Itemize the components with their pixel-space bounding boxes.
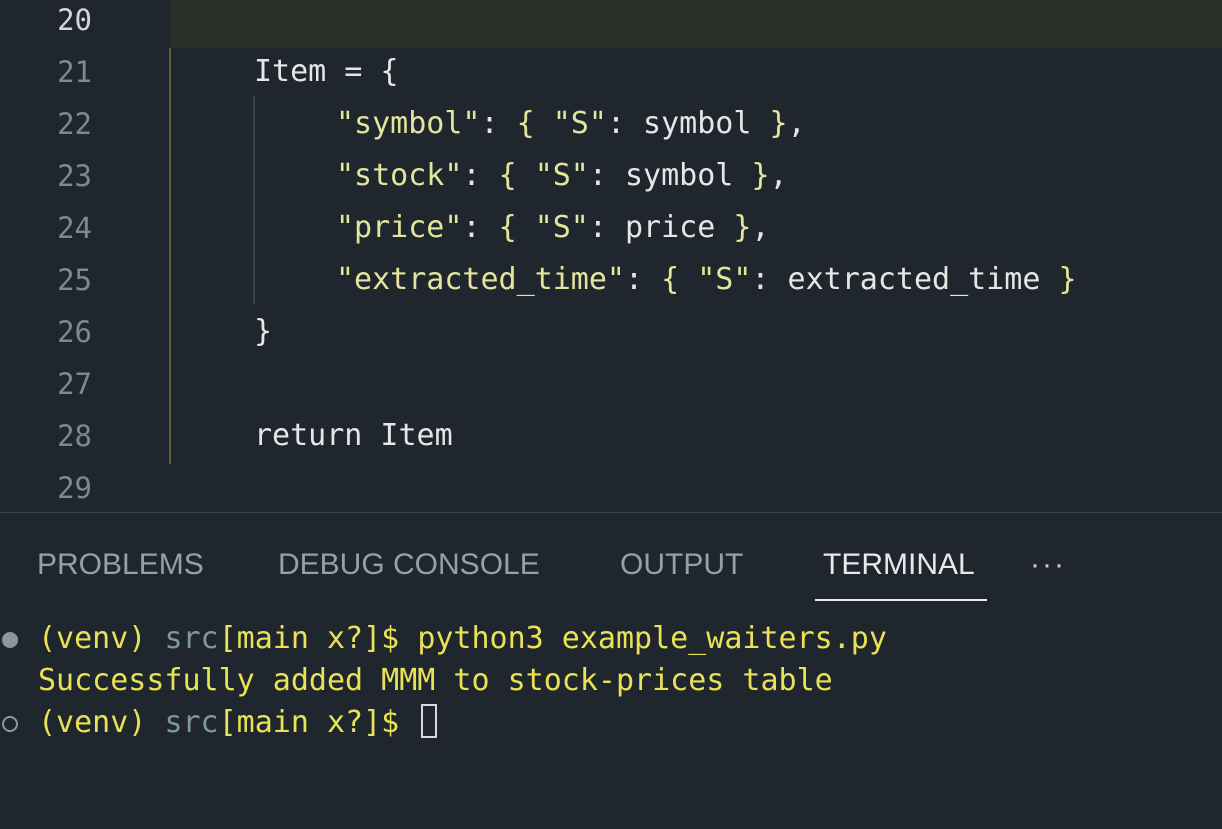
command-success-decoration-icon[interactable] bbox=[2, 632, 18, 648]
bottom-panel: PROBLEMS DEBUG CONSOLE OUTPUT TERMINAL ·… bbox=[0, 512, 1222, 829]
line-number: 22 bbox=[57, 107, 92, 141]
tab-debug-console[interactable]: DEBUG CONSOLE bbox=[278, 547, 540, 583]
code-editor[interactable]: 20 21 Item = { 22 "symbol": { "S": symbo… bbox=[0, 0, 1222, 512]
code-line-23[interactable]: 23 "stock": { "S": symbol }, bbox=[0, 156, 1222, 208]
line-number: 21 bbox=[57, 55, 92, 89]
tab-terminal[interactable]: TERMINAL bbox=[823, 547, 975, 583]
line-number: 24 bbox=[57, 211, 92, 245]
line-number: 25 bbox=[57, 263, 92, 297]
code-line-26[interactable]: 26 } bbox=[0, 312, 1222, 364]
line-number: 27 bbox=[57, 367, 92, 401]
code-text: } bbox=[254, 314, 273, 349]
code-text: Item = { bbox=[254, 54, 399, 89]
terminal-line: (venv) src[main x?]$ python3 example_wai… bbox=[38, 621, 887, 656]
code-line-22[interactable]: 22 "symbol": { "S": symbol }, bbox=[0, 104, 1222, 156]
code-text: "extracted_time": { "S": extracted_time … bbox=[336, 262, 1077, 297]
command-pending-decoration-icon[interactable] bbox=[2, 716, 18, 732]
line-number: 26 bbox=[57, 315, 92, 349]
code-text: "symbol": { "S": symbol }, bbox=[336, 106, 806, 141]
line-number: 23 bbox=[57, 159, 92, 193]
terminal-prompt-line: (venv) src[main x?]$ bbox=[38, 701, 438, 745]
code-line-21[interactable]: 21 Item = { bbox=[0, 52, 1222, 104]
code-text: "stock": { "S": symbol }, bbox=[336, 158, 788, 193]
code-text: "price": { "S": price }, bbox=[336, 210, 770, 245]
code-line-28[interactable]: 28 return Item bbox=[0, 416, 1222, 468]
tab-problems[interactable]: PROBLEMS bbox=[37, 547, 204, 583]
code-line-29[interactable]: 29 bbox=[0, 468, 1222, 512]
active-tab-indicator bbox=[815, 599, 987, 601]
code-line-20[interactable]: 20 bbox=[0, 0, 1222, 52]
line-number: 20 bbox=[57, 3, 92, 37]
terminal-cursor bbox=[421, 704, 438, 738]
code-line-24[interactable]: 24 "price": { "S": price }, bbox=[0, 208, 1222, 260]
line-number: 28 bbox=[57, 419, 92, 453]
code-line-25[interactable]: 25 "extracted_time": { "S": extracted_ti… bbox=[0, 260, 1222, 312]
more-actions-icon[interactable]: ··· bbox=[1030, 547, 1066, 583]
code-line-27[interactable]: 27 bbox=[0, 364, 1222, 416]
line-number: 29 bbox=[57, 471, 92, 505]
code-text: return Item bbox=[254, 418, 453, 453]
tab-output[interactable]: OUTPUT bbox=[620, 547, 743, 583]
current-line-highlight bbox=[170, 0, 1222, 48]
terminal-output: Successfully added MMM to stock-prices t… bbox=[38, 663, 833, 698]
